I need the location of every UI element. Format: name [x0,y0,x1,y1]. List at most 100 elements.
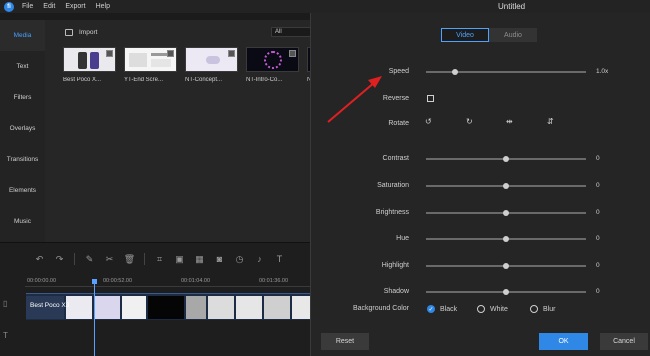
video-clip[interactable]: Best Poco X3 [26,293,310,320]
sidebar-item-media[interactable]: Media [0,20,45,51]
playhead[interactable] [94,279,95,356]
highlight-label: Highlight [381,262,409,269]
scissors-icon[interactable]: ✂ [104,254,115,265]
sidebar-item-music[interactable]: Music [0,206,45,237]
background-option-white[interactable]: White [477,305,508,313]
saturation-slider[interactable] [426,183,586,189]
brightness-slider[interactable] [426,210,586,216]
media-filter-select[interactable]: All [271,27,311,37]
reverse-checkbox[interactable] [427,95,434,102]
highlight-value: 0 [596,262,600,269]
clock-icon[interactable]: ◷ [234,254,245,265]
microphone-icon[interactable]: ♪ [254,254,265,265]
background-option-label: White [490,305,508,313]
menu-export[interactable]: Export [65,3,85,10]
ok-button[interactable]: OK [539,333,588,350]
window-title: Untitled [498,2,526,11]
hue-label: Hue [396,235,409,242]
menu-file[interactable]: File [22,3,33,10]
sidebar-item-text[interactable]: Text [0,51,45,82]
thumbnail-badge-icon [106,50,113,57]
thumbnail-badge-icon [228,50,235,57]
thumbnail-image [63,47,116,72]
background-option-label: Black [440,305,458,313]
crop-icon[interactable]: ⌗ [154,254,165,265]
highlight-slider-knob[interactable] [503,263,509,269]
highlight-slider[interactable] [426,263,586,269]
timecode: 00:01:04.00 [181,278,211,284]
radio-icon [530,305,538,313]
speed-slider[interactable] [426,69,586,75]
property-tabs: Video Audio [441,28,537,42]
media-item[interactable]: NT-Concept... [185,47,238,83]
flip-vertical-icon[interactable]: ⇵ [547,117,554,126]
shadow-slider[interactable] [426,289,586,295]
import-icon [65,29,73,36]
reset-button[interactable]: Reset [321,333,369,350]
import-label: Import [79,29,98,36]
thumbnail-badge-icon [167,50,174,57]
media-item[interactable]: YT-End Scre... [124,47,177,83]
saturation-slider-knob[interactable] [503,183,509,189]
thumbnail-badge-icon [289,50,296,57]
saturation-value: 0 [596,182,600,189]
media-panel: Import All Best Poco X... YT-End Scre... [45,20,327,242]
background-option-blur[interactable]: Blur [530,305,555,313]
rotate-label: Rotate [388,120,409,127]
tab-audio[interactable]: Audio [489,28,537,42]
title-bar: fi File Edit Export Help Untitled [0,0,650,13]
import-button[interactable]: Import [65,29,97,36]
thumbnail-label: NT-Concept... [185,77,223,83]
contrast-label: Contrast [382,155,409,162]
sidebar-item-overlays[interactable]: Overlays [0,113,45,144]
background-color-label: Background Color [352,305,409,312]
flip-horizontal-icon[interactable]: ⇹ [506,117,513,126]
rotate-right-icon[interactable]: ↻ [466,117,473,126]
sidebar-item-elements[interactable]: Elements [0,175,45,206]
hue-slider-knob[interactable] [503,236,509,242]
sidebar-item-transitions[interactable]: Transitions [0,144,45,175]
speed-label: Speed [388,68,409,75]
brightness-slider-knob[interactable] [503,210,509,216]
media-item[interactable]: NT-Intro-Co... [246,47,299,83]
trash-icon[interactable]: 🗑︎ [124,254,135,265]
toolbar-divider [144,253,145,265]
background-option-black[interactable]: ✓ Black [427,305,457,313]
mosaic-icon[interactable]: ▦ [194,254,205,265]
undo-icon[interactable]: ↶ [34,254,45,265]
resize-icon[interactable]: ▣ [174,254,185,265]
speed-value: 1.0x [596,68,609,75]
tab-video[interactable]: Video [441,28,489,42]
contrast-value: 0 [596,155,600,162]
speed-slider-knob[interactable] [451,69,458,75]
timeline-ruler[interactable]: 00:00:00.00 00:00:52.00 00:01:04.00 00:0… [25,277,310,287]
shadow-value: 0 [596,288,600,295]
toolbar-divider [74,253,75,265]
sidebar-item-filters[interactable]: Filters [0,82,45,113]
timecode: 00:01:36.00 [259,278,289,284]
redo-icon[interactable]: ↷ [54,254,65,265]
media-item[interactable]: Best Poco X... [63,47,116,83]
timeline: ↶ ↷ ✎ ✂ 🗑︎ ⌗ ▣ ▦ ◙ ◷ ♪ T 00:00:00.00 00:… [0,242,310,356]
reverse-label: Reverse [382,95,409,102]
brightness-value: 0 [596,209,600,216]
contrast-slider[interactable] [426,156,586,162]
contrast-slider-knob[interactable] [503,156,509,162]
timecode: 00:00:00.00 [27,278,57,284]
thumbnail-image [246,47,299,72]
hue-value: 0 [596,235,600,242]
hue-slider[interactable] [426,236,586,242]
shadow-slider-knob[interactable] [503,289,509,295]
menu-edit[interactable]: Edit [43,3,55,10]
record-icon[interactable]: ◙ [214,254,225,265]
radio-checked-icon: ✓ [427,305,435,313]
thumbnail-image [124,47,177,72]
background-option-label: Blur [543,305,556,313]
pencil-icon[interactable]: ✎ [84,254,95,265]
menu-help[interactable]: Help [96,3,110,10]
cancel-button[interactable]: Cancel [600,333,648,350]
thumbnail-image [185,47,238,72]
media-thumbnails: Best Poco X... YT-End Scre... NT-Concept… [63,47,327,83]
rotate-left-icon[interactable]: ↺ [425,117,432,126]
text-speech-icon[interactable]: T [274,254,285,265]
